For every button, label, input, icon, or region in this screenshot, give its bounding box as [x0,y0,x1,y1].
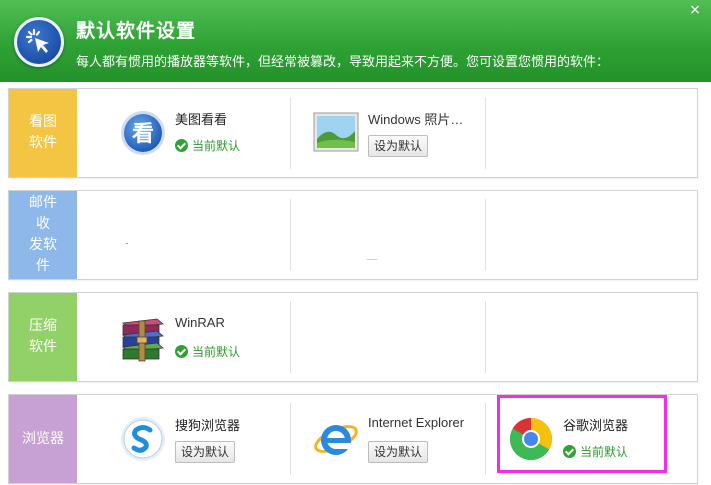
column-divider [485,199,486,271]
current-default-badge: 当前默认 [175,343,240,360]
set-default-button[interactable]: 设为默认 [175,441,236,463]
check-icon [175,345,188,358]
column-divider [290,199,291,271]
stray-pixel [126,243,128,244]
internet-explorer-icon [312,415,360,463]
meitu-kan-icon: 看 [119,109,167,157]
category-row-mail: 邮件收 发软件 [8,190,698,280]
svg-text:看: 看 [132,122,154,147]
check-icon [563,445,576,458]
set-default-button[interactable]: 设为默认 [368,441,429,463]
category-label-archive: 压缩 软件 [9,293,77,381]
chrome-icon [507,415,555,463]
sogou-browser-icon [119,415,167,463]
column-divider [485,97,486,169]
header-banner: 默认软件设置 每人都有惯用的播放器等软件，但经常被篡改，导致用起来不方便。您可设… [0,0,711,82]
app-name: Windows 照片… [368,112,464,127]
app-windows-photo[interactable]: Windows 照片… 设为默认 [312,109,482,159]
set-default-button[interactable]: 设为默认 [368,135,429,157]
column-divider [290,301,291,373]
check-icon [175,139,188,152]
close-icon[interactable]: × [687,2,703,18]
category-row-image-viewer: 看图 软件 看 美图看看 当前默认 Windows 照片… 设为默认 [8,88,698,178]
app-internet-explorer[interactable]: Internet Explorer 设为默认 [312,415,482,465]
category-row-archive: 压缩 软件 WinRAR 当前默认 [8,292,698,382]
app-winrar[interactable]: WinRAR 当前默认 [119,315,269,365]
category-row-browser: 浏览器 搜狗浏览器 设为默认 Internet Explorer 设为默认 谷歌… [8,394,698,484]
current-default-badge: 当前默认 [563,443,628,460]
current-default-badge: 当前默认 [175,137,240,154]
page-title: 默认软件设置 [76,20,197,42]
app-sogou[interactable]: 搜狗浏览器 设为默认 [119,415,279,465]
windows-photo-icon [312,109,360,157]
category-label-image-viewer: 看图 软件 [9,89,77,177]
column-divider [485,301,486,373]
category-label-browser: 浏览器 [9,395,77,483]
column-divider [485,403,486,475]
column-divider [290,403,291,475]
app-name: WinRAR [175,315,225,330]
app-name: Internet Explorer [368,415,465,430]
app-name: 搜狗浏览器 [175,419,241,434]
stray-pixel [367,259,377,260]
category-label-mail: 邮件收 发软件 [9,191,77,279]
app-meitu[interactable]: 看 美图看看 当前默认 [119,109,269,159]
cursor-click-icon [14,17,64,67]
page-description: 每人都有惯用的播放器等软件，但经常被篡改，导致用起来不方便。您可设置您惯用的软件… [76,55,610,70]
app-chrome[interactable]: 谷歌浏览器 当前默认 [507,415,667,465]
app-name: 美图看看 [175,113,228,128]
column-divider [290,97,291,169]
app-name: 谷歌浏览器 [563,419,629,434]
winrar-icon [119,315,167,363]
